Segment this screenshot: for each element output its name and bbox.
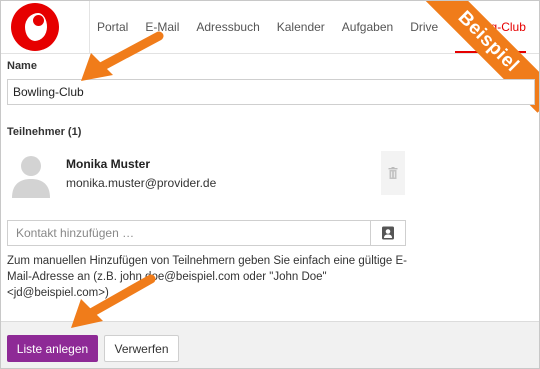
person-silhouette-icon — [12, 156, 50, 198]
create-list-button[interactable]: Liste anlegen — [7, 335, 98, 362]
address-book-button[interactable] — [370, 220, 406, 246]
logo-mark-cut — [33, 15, 44, 26]
nav-item-adressbuch[interactable]: Adressbuch — [196, 1, 259, 53]
annotation-arrow-submit — [71, 274, 156, 328]
discard-button[interactable]: Verwerfen — [104, 335, 179, 362]
participants-label: Teilnehmer (1) — [7, 126, 82, 138]
nav-item-aufgaben[interactable]: Aufgaben — [342, 1, 393, 53]
nav-item-kalender[interactable]: Kalender — [277, 1, 325, 53]
add-contact-input[interactable] — [7, 220, 371, 246]
trash-icon — [388, 167, 398, 179]
name-label: Name — [7, 60, 37, 72]
address-book-icon — [382, 226, 394, 240]
participant-email: monika.muster@provider.de — [66, 176, 217, 190]
participant-row: Monika Muster monika.muster@provider.de — [7, 144, 407, 204]
app-window: Portal E-Mail Adressbuch Kalender Aufgab… — [0, 0, 540, 369]
annotation-arrow-name — [81, 31, 164, 81]
remove-participant-button[interactable] — [381, 151, 405, 195]
participant-name: Monika Muster — [66, 157, 151, 171]
vodafone-logo-icon[interactable] — [11, 3, 59, 51]
